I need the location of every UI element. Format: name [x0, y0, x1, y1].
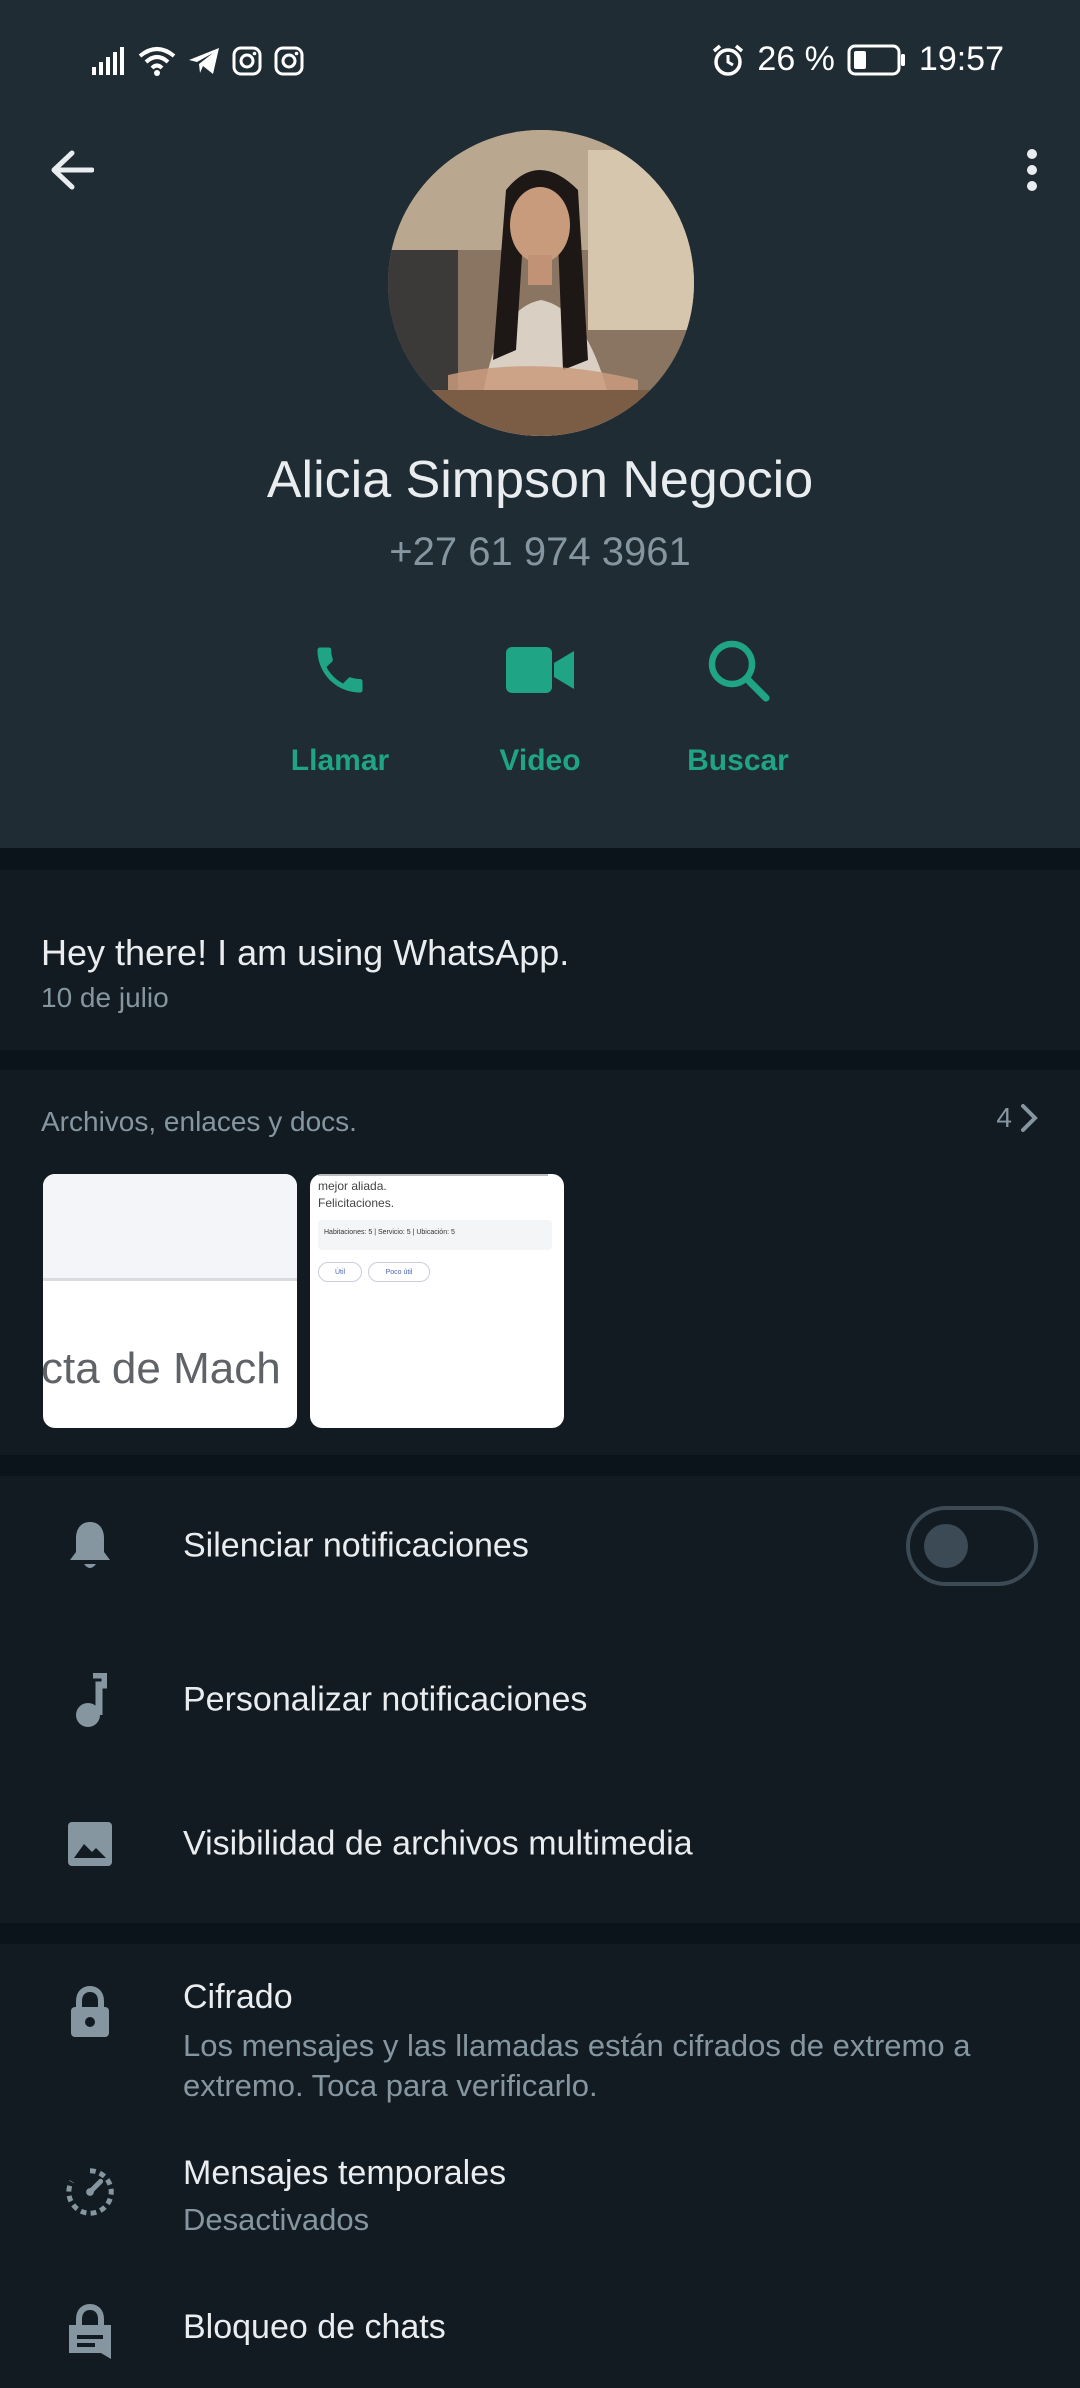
contact-name: Alicia Simpson Negocio — [266, 451, 814, 509]
thumb-text: cta de Mach — [43, 1344, 281, 1393]
custom-notifications-row[interactable]: Personalizar notificaciones — [0, 1630, 1080, 1770]
chat-lock-icon — [62, 2303, 118, 2360]
thumb-divider — [43, 1278, 297, 1281]
mute-notifications-row[interactable]: Silenciar notificaciones — [0, 1476, 1080, 1616]
contact-header: Alicia Simpson Negocio +27 61 974 3961 L… — [0, 100, 1080, 848]
encryption-row[interactable]: Cifrado Los mensajes y las llamadas está… — [0, 1944, 1080, 2124]
thumb-review-text: mejor aliada. Felicitaciones. — [318, 1178, 394, 1212]
section-divider — [0, 1923, 1080, 1944]
videocam-icon — [500, 630, 580, 710]
arrow-left-icon — [51, 150, 94, 190]
status-right: 26 % 19:57 — [711, 40, 1004, 79]
section-divider — [0, 1455, 1080, 1476]
custom-notifications-label: Personalizar notificaciones — [183, 1680, 588, 1719]
search-label: Buscar — [687, 744, 789, 777]
thumb-review-line: Felicitaciones. — [318, 1196, 395, 1210]
media-count: 4 — [996, 1102, 1012, 1133]
thumb-header-area — [43, 1174, 297, 1278]
chat-lock-row[interactable]: Bloqueo de chats — [0, 2274, 1080, 2388]
video-action[interactable]: Video — [450, 630, 630, 800]
lock-icon — [62, 1984, 118, 2040]
section-divider — [0, 848, 1080, 870]
encryption-subtitle: Los mensajes y las llamadas están cifrad… — [183, 2028, 971, 2103]
timer-icon — [62, 2164, 118, 2220]
section-divider — [0, 1050, 1080, 1070]
notification-settings: Silenciar notificaciones Personalizar no… — [0, 1476, 1080, 1923]
more-options-button[interactable] — [1012, 140, 1052, 200]
chat-lock-title: Bloqueo de chats — [183, 2308, 446, 2346]
media-thumb[interactable]: cta de Mach — [43, 1174, 297, 1428]
search-icon — [698, 630, 778, 710]
avatar-photo — [388, 130, 694, 436]
battery-percent: 26 % — [757, 40, 835, 78]
thumb-review-line: mejor aliada. — [318, 1179, 387, 1193]
disappearing-messages-title: Mensajes temporales — [183, 2154, 507, 2192]
signal-icon — [92, 47, 124, 75]
contact-phone: +27 61 974 3961 — [389, 530, 691, 574]
disappearing-messages-status: Desactivados — [183, 2202, 370, 2237]
about-text: Hey there! I am using WhatsApp. — [41, 932, 570, 973]
contact-avatar[interactable] — [388, 130, 694, 436]
call-label: Llamar — [290, 744, 390, 777]
bell-icon — [62, 1518, 118, 1574]
search-action[interactable]: Buscar — [648, 630, 828, 800]
security-section: Cifrado Los mensajes y las llamadas está… — [0, 1944, 1080, 2388]
phone-icon — [300, 630, 380, 710]
media-thumb[interactable]: mejor aliada. Felicitaciones. Habitacion… — [310, 1174, 564, 1428]
about-section[interactable]: Hey there! I am using WhatsApp. 10 de ju… — [0, 870, 1080, 1050]
call-action[interactable]: Llamar — [250, 630, 430, 800]
media-visibility-row[interactable]: Visibilidad de archivos multimedia — [0, 1774, 1080, 1914]
about-date: 10 de julio — [41, 982, 169, 1013]
encryption-title: Cifrado — [183, 1978, 293, 2016]
thumb-useful-button: Útil — [318, 1262, 362, 1282]
status-bar: 26 % 19:57 — [0, 0, 1080, 100]
chevron-right-icon — [1021, 1104, 1038, 1132]
alarm-icon — [713, 44, 744, 76]
media-visibility-label: Visibilidad de archivos multimedia — [183, 1824, 693, 1863]
instagram-icon — [274, 46, 304, 76]
back-button[interactable] — [42, 140, 102, 200]
telegram-icon — [189, 48, 219, 74]
mute-notifications-toggle[interactable] — [906, 1506, 1038, 1586]
status-left-icons — [92, 46, 304, 76]
wifi-icon — [138, 47, 176, 76]
thumb-ratings: Habitaciones: 5 | Servicio: 5 | Ubicació… — [318, 1220, 552, 1250]
status-time: 19:57 — [918, 40, 1004, 78]
media-count-link[interactable]: 4 — [996, 1102, 1038, 1134]
video-label: Video — [499, 744, 581, 777]
toggle-knob — [924, 1524, 968, 1568]
image-icon — [62, 1816, 118, 1872]
media-section: Archivos, enlaces y docs. 4 cta de Mach … — [0, 1070, 1080, 1455]
instagram-icon — [232, 46, 262, 76]
thumb-not-useful-button: Poco útil — [368, 1262, 430, 1282]
more-vertical-icon — [1027, 149, 1037, 191]
thumb-cutoff-text — [318, 1174, 548, 1176]
disappearing-messages-row[interactable]: Mensajes temporales Desactivados — [0, 2124, 1080, 2274]
mute-notifications-label: Silenciar notificaciones — [183, 1526, 529, 1565]
music-note-icon — [62, 1672, 118, 1728]
media-heading: Archivos, enlaces y docs. — [41, 1106, 357, 1137]
battery-icon — [847, 44, 905, 75]
